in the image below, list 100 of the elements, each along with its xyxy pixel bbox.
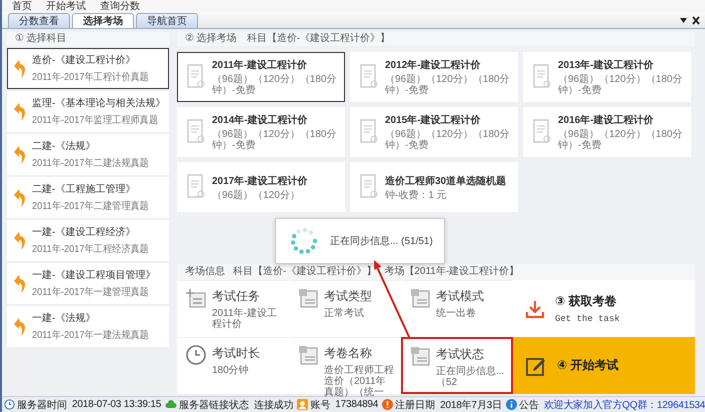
document-icon (359, 64, 379, 90)
clock-icon (4, 399, 15, 410)
status-label: 注册日期 (395, 398, 436, 412)
exam-detail: （96题）（120分）（180分钟）-免费 (558, 74, 684, 96)
curved-arrow-icon (12, 144, 28, 164)
subject-subtitle: 2011年-2017年二建法规真题 (32, 156, 149, 170)
exam-detail: （96题）（120分）（180分钟）-免费 (212, 74, 338, 96)
clock-icon (185, 344, 207, 366)
subject-item[interactable]: 造价-《建设工程计价》 2011年-2017年工程计价真题 (7, 48, 169, 89)
subject-item[interactable]: 二建-《法规》 2011年-2017年二建法规真题 (7, 134, 169, 175)
document-icon (359, 119, 379, 145)
exam-card[interactable]: 2015年-建设工程计价 （96题）（120分）（180分钟）-免费 (350, 107, 518, 157)
status-label: 账号 (310, 398, 330, 412)
exam-title: 2016年-建设工程计价 (558, 114, 655, 127)
info-label: 考试时长 (212, 345, 260, 362)
info-label: 考试状态 (436, 346, 485, 363)
subject-item[interactable]: 一建-《法规》 2011年-2017年一建法规真题 (7, 306, 169, 347)
exam-detail: （96题）（120分）（180分钟）-免费 (385, 129, 510, 151)
exam-card[interactable]: 2013年-建设工程计价 （96题）（120分）（180分钟）-免费 (523, 52, 691, 102)
curved-arrow-icon (12, 188, 28, 208)
exam-card[interactable]: 2011年-建设工程计价 （96题）（120分）（180分钟）-免费 (177, 52, 345, 102)
info-label: 考试模式 (436, 288, 484, 305)
form-icon (297, 287, 319, 309)
document-icon (186, 119, 206, 145)
document-icon (186, 64, 206, 90)
subject-item[interactable]: 一建-《建设工程经济》 2011年-2017年工程经济真题 (7, 220, 169, 261)
menu-item[interactable]: 首页 (12, 0, 32, 12)
loading-message: 正在同步信息... (51/51) (330, 234, 433, 248)
status-label: 公告 (518, 398, 539, 412)
info-value: 造价工程师工程造价（2011年真题）（统一 (324, 365, 395, 398)
subject-title: 造价-《建设工程计价》 (32, 54, 136, 67)
subject-item[interactable]: 监理-《基本理论与相关法规》 2011年-2017年监理工程师真题 (7, 91, 169, 132)
subject-title: 一建-《法规》 (32, 312, 96, 325)
exam-card[interactable]: 2017年-建设工程计价 （96题）（120分） (177, 162, 345, 212)
menu-item[interactable]: 开始考试 (46, 0, 86, 12)
info-icon (506, 399, 517, 410)
form-icon (409, 287, 431, 309)
exam-detail: （96题）（120分）（180分钟）-免费 (558, 129, 684, 151)
status-label: 服务器链接状态 (179, 398, 250, 412)
subject-name: 科目【造价-《建设工程计价》】 (233, 264, 376, 279)
document-icon (359, 174, 379, 200)
info-value: 180分钟 (212, 365, 250, 376)
tab[interactable]: 导航首页 (136, 13, 198, 28)
subject-title: 一建-《建设工程经济》 (32, 226, 136, 239)
panel-header: ① 选择科目 (7, 32, 169, 46)
exam-detail: （96题）（120分） (212, 190, 301, 200)
exam-card[interactable]: 2016年-建设工程计价 （96题）（120分）（180分钟）-免费 (523, 107, 691, 157)
curved-arrow-icon (12, 274, 28, 294)
form-icon (185, 287, 207, 309)
window-controls-icon[interactable] (679, 16, 701, 25)
status-label: 服务器时间 (17, 398, 67, 412)
exam-detail: （96题）（120分）（180分钟）-免费 (385, 74, 510, 96)
exam-card[interactable]: 2014年-建设工程计价 （96题）（120分）（180分钟）-免费 (177, 107, 345, 157)
curved-arrow-icon (12, 102, 28, 122)
subject-subtitle: 2011年-2017年二建管理真题 (32, 200, 149, 213)
status-value: 连接成功 (254, 398, 294, 412)
exam-title: 2017年-建设工程计价 (212, 174, 308, 188)
subject-name: 科目【造价-《建设工程计价》】 (246, 32, 390, 46)
action-button[interactable]: ④ 开始考试 (513, 337, 695, 394)
info-label: 考卷名称 (324, 345, 373, 362)
exam-title: 2011年-建设工程计价 (212, 58, 308, 72)
tab[interactable]: 分数查看 (8, 13, 70, 28)
info-value: 2011年-建设工程计价 (212, 308, 278, 330)
info-label: 考试类型 (324, 288, 372, 305)
subject-item[interactable]: 二建-《工程施工管理》 2011年-2017年二建管理真题 (7, 177, 169, 218)
curved-arrow-icon (12, 316, 28, 336)
tab[interactable]: 选择考场 (72, 13, 134, 28)
exam-title: 2014年-建设工程计价 (212, 114, 309, 127)
exam-title: 2012年-建设工程计价 (385, 58, 482, 72)
subject-title: 监理-《基本理论与相关法规》 (32, 96, 166, 110)
exam-title: 2015年-建设工程计价 (385, 114, 482, 127)
download-icon (525, 298, 545, 318)
status-value: 2018年7月3日 (440, 398, 502, 412)
form-icon (297, 344, 319, 366)
info-label: 考试任务 (212, 288, 261, 305)
exam-title: 造价工程师30道单选随机题 (385, 174, 506, 188)
status-value: 2018-07-03 13:39:15 (72, 399, 162, 410)
document-icon (532, 64, 552, 90)
document-icon (186, 174, 206, 200)
exam-card[interactable]: 2012年-建设工程计价 （96题）（120分）（180分钟）-免费 (350, 52, 518, 102)
menu-item[interactable]: 查询分数 (100, 0, 140, 12)
document-icon (532, 119, 552, 145)
subject-subtitle: 2011年-2017年工程经济真题 (32, 242, 149, 256)
status-value: 17384894 (335, 399, 378, 410)
form-icon (409, 345, 431, 367)
room-name: 考场【2011年-建设工程计价】 (384, 264, 520, 279)
subject-item[interactable]: 一建-《建设工程项目管理》 2011年-2017年一建管理真题 (7, 263, 169, 304)
subject-subtitle: 2011年-2017年监理工程师真题 (32, 114, 158, 127)
curved-arrow-icon (12, 58, 28, 78)
cloud-icon (165, 400, 178, 409)
panel-title: ② 选择考场 (185, 32, 237, 46)
subject-title: 二建-《工程施工管理》 (32, 182, 136, 196)
status-value[interactable]: 欢迎大家加入官方QQ群：129641534 (544, 398, 705, 412)
info-value: 正常考试 (324, 308, 365, 319)
info-title: 考场信息 (185, 264, 225, 279)
exam-detail: （96题）（120分）（180分钟）-免费 (212, 129, 338, 151)
exam-card[interactable]: 造价工程师30道单选随机题 钟-收费：1 元 (350, 162, 518, 212)
subject-title: 一建-《建设工程项目管理》 (32, 268, 156, 282)
exam-title: 2013年-建设工程计价 (558, 58, 655, 72)
spinner-icon (290, 227, 318, 255)
